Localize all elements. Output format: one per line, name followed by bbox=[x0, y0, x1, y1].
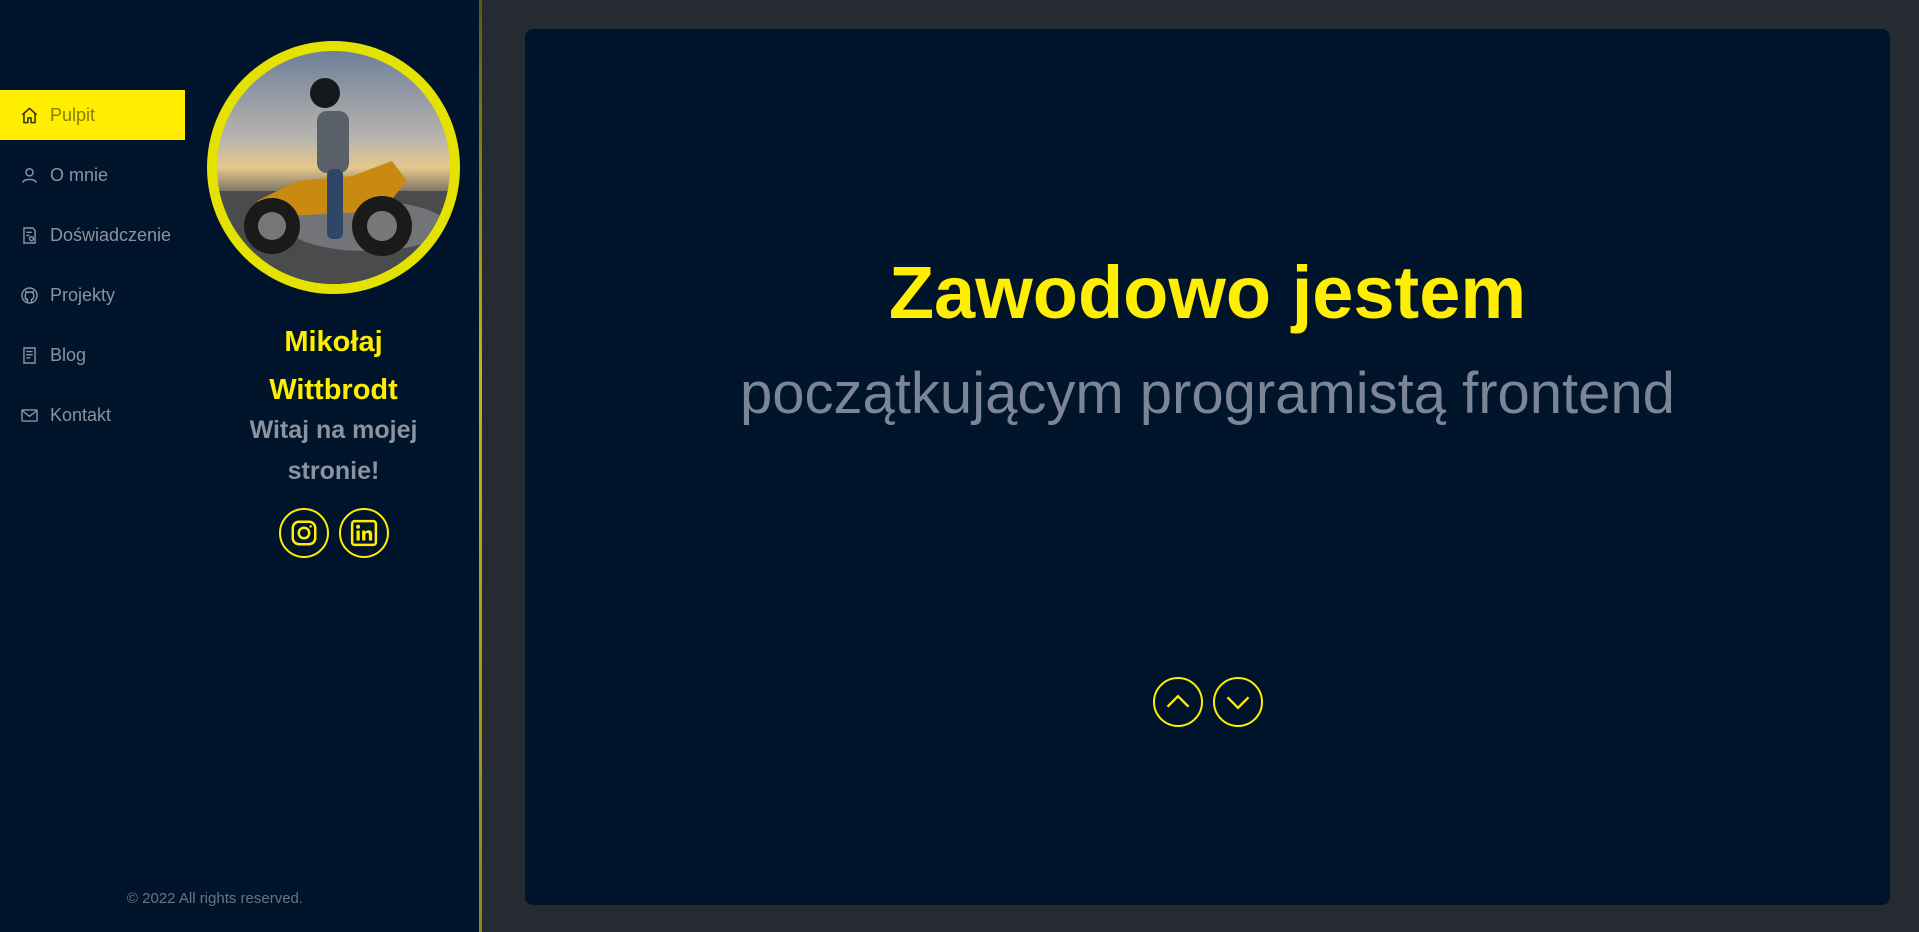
mail-icon bbox=[19, 405, 39, 425]
sidebar-item-blog[interactable]: Blog bbox=[0, 330, 185, 380]
copyright: © 2022 All rights reserved. bbox=[126, 890, 304, 907]
slide-controls bbox=[525, 677, 1890, 727]
instagram-icon bbox=[291, 520, 316, 546]
social-links bbox=[185, 508, 482, 558]
next-button[interactable] bbox=[1212, 677, 1263, 727]
greeting-line-1: Witaj na mojej bbox=[249, 416, 418, 444]
sidebar-item-doswiadczenie[interactable]: Doświadczenie bbox=[0, 210, 185, 260]
hero-subheadline: początkującym programistą frontend bbox=[740, 361, 1675, 426]
sidebar-item-o-mnie[interactable]: O mnie bbox=[0, 150, 185, 200]
profile-panel: Mikołaj Wittbrodt Witaj na mojej stronie… bbox=[185, 0, 482, 932]
main-content: Zawodowo jestem początkującym programist… bbox=[525, 29, 1890, 905]
avatar bbox=[207, 41, 460, 294]
avatar-photo bbox=[217, 51, 450, 284]
profile-name-last: Wittbrodt bbox=[269, 374, 398, 406]
sidebar-item-label: Projekty bbox=[50, 284, 116, 305]
sidebar-item-label: Doświadczenie bbox=[50, 224, 172, 245]
sidebar-item-label: Pulpit bbox=[50, 104, 96, 125]
chevron-up-icon bbox=[1166, 694, 1189, 708]
sidebar-item-projekty[interactable]: Projekty bbox=[0, 270, 185, 320]
sidebar-item-kontakt[interactable]: Kontakt bbox=[0, 390, 185, 440]
profile-name: Mikołaj Wittbrodt bbox=[185, 318, 482, 414]
previous-button[interactable] bbox=[1152, 677, 1203, 727]
sidebar-item-label: Blog bbox=[50, 344, 87, 365]
chevron-down-icon bbox=[1226, 696, 1249, 710]
document-icon bbox=[19, 225, 39, 245]
user-icon bbox=[19, 165, 39, 185]
sidebar-item-label: Kontakt bbox=[50, 404, 112, 425]
profile-greeting: Witaj na mojej stronie! bbox=[185, 410, 482, 492]
sidebar-item-label: O mnie bbox=[50, 164, 109, 185]
home-icon bbox=[19, 105, 39, 125]
linkedin-button[interactable] bbox=[338, 508, 389, 558]
sidebar-nav: Pulpit O mnie Doświadczenie Projekty Blo… bbox=[0, 90, 185, 450]
hero-headline: Zawodowo jestem bbox=[888, 251, 1527, 334]
greeting-line-2: stronie! bbox=[287, 457, 380, 485]
sidebar-item-pulpit[interactable]: Pulpit bbox=[0, 90, 185, 140]
instagram-button[interactable] bbox=[278, 508, 329, 558]
blog-icon bbox=[19, 345, 39, 365]
sidebar: Pulpit O mnie Doświadczenie Projekty Blo… bbox=[0, 0, 482, 932]
linkedin-icon bbox=[350, 519, 377, 547]
github-icon bbox=[19, 285, 39, 305]
profile-name-first: Mikołaj bbox=[284, 326, 383, 358]
